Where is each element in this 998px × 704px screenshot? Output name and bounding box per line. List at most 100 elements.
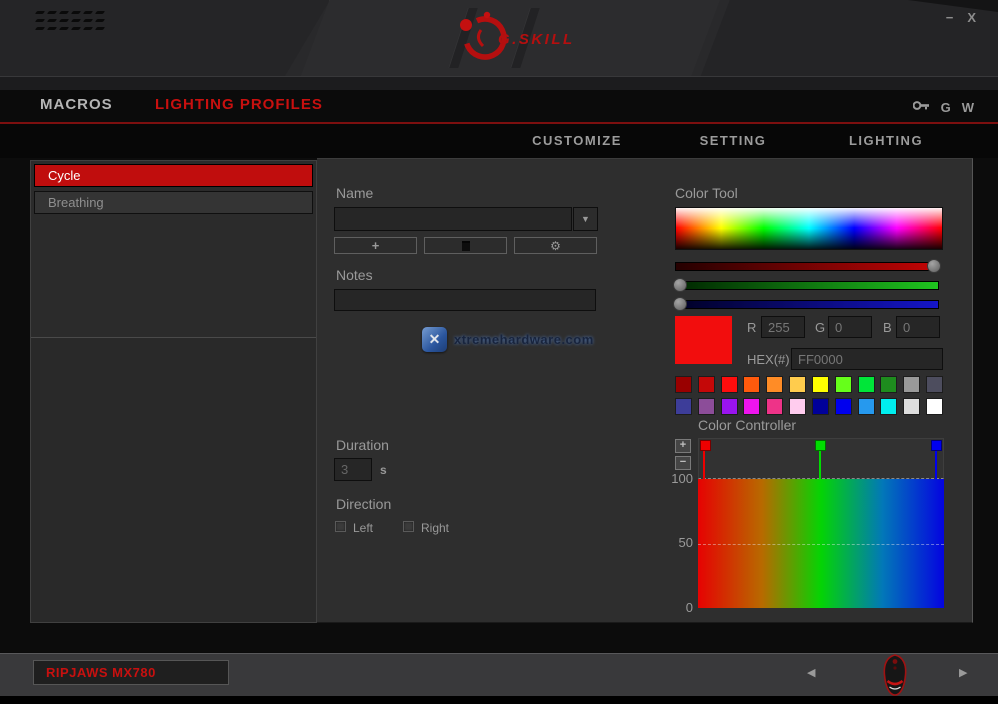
blue-slider-track[interactable] [675,300,939,309]
axis-label-50: 50 [657,535,693,550]
r-value-input[interactable] [761,316,805,338]
tab-lighting-profiles[interactable]: LIGHTING PROFILES [155,96,323,113]
g-button[interactable]: G [941,100,951,115]
green-slider[interactable] [675,278,939,292]
notes-label: Notes [336,267,373,283]
mouse-device-icon[interactable] [877,651,913,704]
color-swatch[interactable] [926,398,943,415]
profile-list-panel: Cycle Breathing [30,160,317,623]
gear-icon: ⚙ [550,239,561,253]
watermark-x-icon: ✕ [422,327,447,352]
color-swatch[interactable] [812,376,829,393]
profile-settings-button[interactable]: ⚙ [514,237,597,254]
remove-stop-button[interactable]: − [675,456,691,470]
color-swatch[interactable] [698,398,715,415]
w-button[interactable]: W [962,100,974,115]
device-name-box: RIPJAWS MX780 [33,660,229,685]
red-slider-handle[interactable] [927,259,941,273]
duration-input[interactable] [334,458,372,481]
color-swatch[interactable] [766,376,783,393]
plus-icon: + [372,238,380,253]
color-swatch[interactable] [903,398,920,415]
color-swatch[interactable] [835,376,852,393]
gradient-stop-marker-blue[interactable] [931,440,942,451]
g-value-input[interactable] [828,316,872,338]
profile-editor-panel: Name ▼ + ⚙ Notes ✕ xtremehardware.com Du… [317,158,973,623]
profile-item-cycle[interactable]: Cycle [34,164,313,187]
add-stop-button[interactable]: + [675,439,691,453]
gradient-stop-strip[interactable] [698,438,944,479]
next-device-arrow[interactable]: ▶ [959,666,967,679]
title-bar: G.SKILL − X [0,0,998,90]
profile-item-breathing[interactable]: Breathing [34,191,313,214]
blue-slider[interactable] [675,297,939,311]
add-profile-button[interactable]: + [334,237,417,254]
tab-customize[interactable]: CUSTOMIZE [532,133,622,148]
color-swatch[interactable] [675,376,692,393]
r-label: R [747,320,756,335]
bottom-bar: RIPJAWS MX780 ◀ ▶ [0,652,998,696]
gradient-intensity-area[interactable] [698,479,944,608]
tab-setting[interactable]: SETTING [700,133,767,148]
color-swatch[interactable] [789,376,806,393]
close-button[interactable]: X [967,10,976,25]
green-slider-handle[interactable] [673,278,687,292]
delete-profile-button[interactable] [424,237,507,254]
color-swatch[interactable] [858,398,875,415]
color-swatch[interactable] [926,376,943,393]
color-swatch[interactable] [880,398,897,415]
b-label: B [883,320,892,335]
green-slider-track[interactable] [675,281,939,290]
color-spectrum-picker[interactable] [675,207,943,250]
main-tab-bar: MACROS LIGHTING PROFILES G W [0,90,998,122]
app-window: G.SKILL − X MACROS LIGHTING PROFILES G W… [0,0,998,696]
header-shadow-band [0,76,998,90]
gskill-logo: G.SKILL [438,8,588,70]
profile-name-input[interactable] [334,207,572,231]
color-swatch[interactable] [835,398,852,415]
vent-grill-icon [36,11,105,33]
gradient-stop-marker-green[interactable] [815,440,826,451]
key-icon[interactable] [913,98,930,116]
color-swatch[interactable] [721,398,738,415]
color-swatch[interactable] [743,376,760,393]
watermark-text: xtremehardware.com [454,332,594,347]
color-swatch[interactable] [789,398,806,415]
blue-slider-handle[interactable] [673,297,687,311]
gradient-stop-line [703,451,705,480]
trash-icon [462,241,470,251]
swatch-row [675,398,943,415]
color-swatch[interactable] [766,398,783,415]
name-dropdown-button[interactable]: ▼ [573,207,598,231]
b-value-input[interactable] [896,316,940,338]
color-swatch[interactable] [675,398,692,415]
gradient-stop-line [935,451,937,480]
color-swatch[interactable] [698,376,715,393]
minimize-button[interactable]: − [946,10,954,25]
tab-macros[interactable]: MACROS [40,96,113,113]
color-swatch[interactable] [721,376,738,393]
direction-right-checkbox[interactable] [403,521,414,532]
duration-unit-label: s [380,463,387,477]
color-tool-title: Color Tool [675,185,738,201]
gradient-stop-marker-red[interactable] [700,440,711,451]
color-swatch[interactable] [858,376,875,393]
tab-lighting[interactable]: LIGHTING [849,133,923,148]
color-swatch[interactable] [880,376,897,393]
prev-device-arrow[interactable]: ◀ [807,666,815,679]
notes-input[interactable] [334,289,596,311]
color-swatch[interactable] [812,398,829,415]
red-slider-track[interactable] [675,262,939,271]
direction-label: Direction [336,496,391,512]
watermark: ✕ xtremehardware.com [422,327,594,352]
red-slider[interactable] [675,259,939,273]
chevron-down-icon: ▼ [581,214,590,224]
gradient-timeline[interactable] [698,438,944,608]
direction-left-label: Left [353,521,373,535]
color-swatch[interactable] [743,398,760,415]
direction-left-checkbox[interactable] [335,521,346,532]
name-label: Name [336,185,373,201]
color-controller-title: Color Controller [698,417,796,433]
color-swatch[interactable] [903,376,920,393]
hex-value-input[interactable] [791,348,943,370]
